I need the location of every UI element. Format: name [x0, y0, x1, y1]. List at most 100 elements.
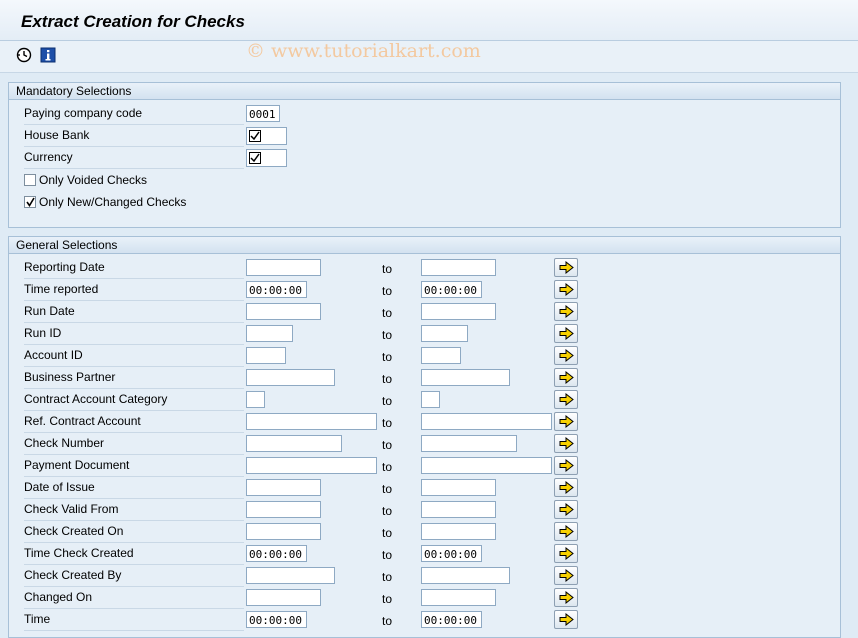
changed-on-label: Changed On	[24, 590, 244, 609]
to-label: to	[382, 482, 393, 496]
contract-account-category-to-input[interactable]	[421, 391, 440, 408]
check-created-by-from-input[interactable]	[246, 567, 335, 584]
multiple-selection-button[interactable]	[554, 302, 578, 321]
time-to-input[interactable]: 00:00:00	[421, 611, 482, 628]
multiple-selection-button[interactable]	[554, 500, 578, 519]
changed-on-row: Changed On to	[9, 587, 840, 609]
currency-input[interactable]	[246, 149, 287, 167]
ref-contract-account-to-input[interactable]	[421, 413, 552, 430]
time-check-created-to-input[interactable]: 00:00:00	[421, 545, 482, 562]
check-created-by-to-input[interactable]	[421, 567, 510, 584]
run-date-to-input[interactable]	[421, 303, 496, 320]
time-reported-label: Time reported	[24, 282, 244, 301]
currency-row: Currency	[9, 147, 840, 169]
info-icon[interactable]	[40, 47, 56, 63]
date-of-issue-from-input[interactable]	[246, 479, 321, 496]
multiple-selection-arrow-icon	[559, 349, 574, 362]
business-partner-to-input[interactable]	[421, 369, 510, 386]
check-number-to-input[interactable]	[421, 435, 517, 452]
date-of-issue-row: Date of Issue to	[9, 477, 840, 499]
only-voided-row: Only Voided Checks	[9, 169, 840, 191]
multiple-selection-button[interactable]	[554, 522, 578, 541]
to-label: to	[382, 372, 393, 386]
check-created-on-from-input[interactable]	[246, 523, 321, 540]
only-new-changed-checkbox[interactable]	[24, 196, 36, 208]
required-checkbox-icon	[249, 130, 261, 142]
house-bank-input[interactable]	[246, 127, 287, 145]
house-bank-row: House Bank	[9, 125, 840, 147]
reporting-date-to-input[interactable]	[421, 259, 496, 276]
multiple-selection-button[interactable]	[554, 434, 578, 453]
multiple-selection-button[interactable]	[554, 544, 578, 563]
payment-document-from-input[interactable]	[246, 457, 377, 474]
time-check-created-from-input[interactable]: 00:00:00	[246, 545, 307, 562]
execute-clock-icon[interactable]	[16, 47, 32, 63]
to-label: to	[382, 306, 393, 320]
paying-company-code-row: Paying company code 0001	[9, 103, 840, 125]
house-bank-label: House Bank	[24, 128, 244, 147]
required-checkbox-icon	[249, 152, 261, 164]
multiple-selection-button[interactable]	[554, 346, 578, 365]
run-id-from-input[interactable]	[246, 325, 293, 342]
time-from-input[interactable]: 00:00:00	[246, 611, 307, 628]
multiple-selection-arrow-icon	[559, 327, 574, 340]
multiple-selection-button[interactable]	[554, 412, 578, 431]
selection-screen: Mandatory Selections Paying company code…	[0, 73, 858, 638]
multiple-selection-button[interactable]	[554, 456, 578, 475]
multiple-selection-arrow-icon	[559, 503, 574, 516]
reporting-date-label: Reporting Date	[24, 260, 244, 279]
multiple-selection-arrow-icon	[559, 283, 574, 296]
multiple-selection-button[interactable]	[554, 324, 578, 343]
date-of-issue-to-input[interactable]	[421, 479, 496, 496]
check-number-from-input[interactable]	[246, 435, 342, 452]
paying-company-code-input[interactable]: 0001	[246, 105, 280, 122]
account-id-to-input[interactable]	[421, 347, 461, 364]
multiple-selection-arrow-icon	[559, 459, 574, 472]
check-valid-from-from-input[interactable]	[246, 501, 321, 518]
check-valid-from-to-input[interactable]	[421, 501, 496, 518]
changed-on-from-input[interactable]	[246, 589, 321, 606]
time-check-created-row: Time Check Created 00:00:00 to 00:00:00	[9, 543, 840, 565]
multiple-selection-arrow-icon	[559, 415, 574, 428]
paying-company-code-label: Paying company code	[24, 106, 244, 125]
to-label: to	[382, 438, 393, 452]
only-new-changed-row: Only New/Changed Checks	[9, 191, 840, 213]
run-date-from-input[interactable]	[246, 303, 321, 320]
time-reported-to-input[interactable]: 00:00:00	[421, 281, 482, 298]
payment-document-row: Payment Document to	[9, 455, 840, 477]
run-id-to-input[interactable]	[421, 325, 468, 342]
multiple-selection-button[interactable]	[554, 258, 578, 277]
to-label: to	[382, 526, 393, 540]
checkmark-icon	[26, 197, 35, 207]
currency-label: Currency	[24, 150, 244, 169]
business-partner-label: Business Partner	[24, 370, 244, 389]
check-created-on-to-input[interactable]	[421, 523, 496, 540]
ref-contract-account-from-input[interactable]	[246, 413, 377, 430]
check-created-by-label: Check Created By	[24, 568, 244, 587]
time-reported-row: Time reported 00:00:00 to 00:00:00	[9, 279, 840, 301]
multiple-selection-button[interactable]	[554, 610, 578, 629]
business-partner-from-input[interactable]	[246, 369, 335, 386]
payment-document-to-input[interactable]	[421, 457, 552, 474]
multiple-selection-button[interactable]	[554, 368, 578, 387]
watermark: © www.tutorialkart.com	[246, 40, 481, 62]
multiple-selection-button[interactable]	[554, 566, 578, 585]
account-id-from-input[interactable]	[246, 347, 286, 364]
multiple-selection-button[interactable]	[554, 588, 578, 607]
time-reported-from-input[interactable]: 00:00:00	[246, 281, 307, 298]
multiple-selection-button[interactable]	[554, 390, 578, 409]
ref-contract-account-row: Ref. Contract Account to	[9, 411, 840, 433]
check-valid-from-label: Check Valid From	[24, 502, 244, 521]
multiple-selection-button[interactable]	[554, 478, 578, 497]
reporting-date-from-input[interactable]	[246, 259, 321, 276]
time-row: Time 00:00:00 to 00:00:00	[9, 609, 840, 631]
check-created-by-row: Check Created By to	[9, 565, 840, 587]
to-label: to	[382, 416, 393, 430]
contract-account-category-from-input[interactable]	[246, 391, 265, 408]
time-label: Time	[24, 612, 244, 631]
multiple-selection-button[interactable]	[554, 280, 578, 299]
contract-account-category-label: Contract Account Category	[24, 392, 244, 411]
only-voided-checkbox[interactable]	[24, 174, 36, 186]
multiple-selection-arrow-icon	[559, 261, 574, 274]
changed-on-to-input[interactable]	[421, 589, 496, 606]
